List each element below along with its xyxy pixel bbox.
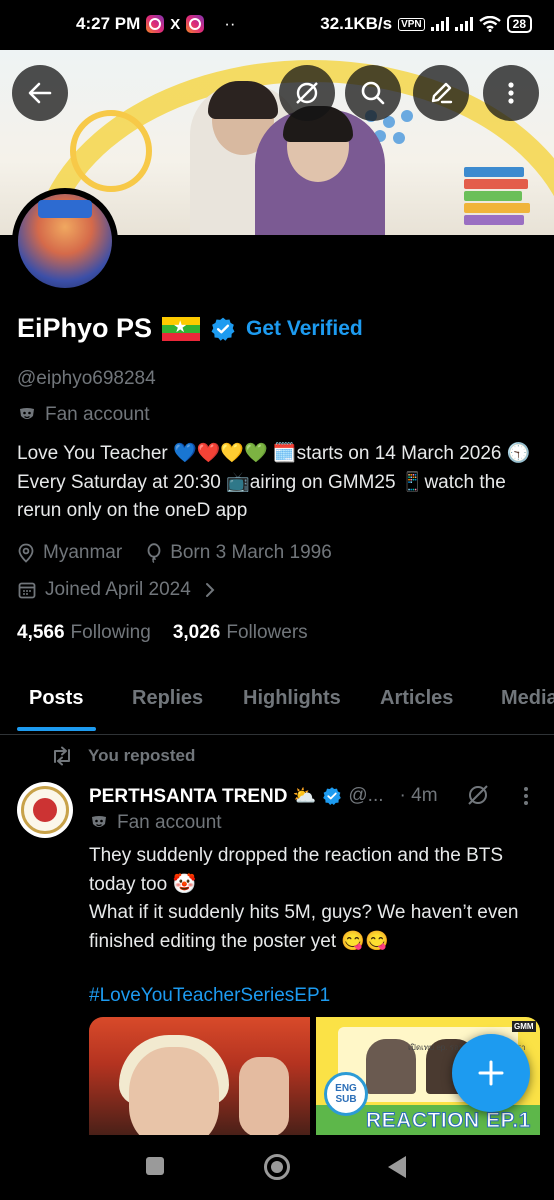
following-count: 4,566: [17, 622, 65, 643]
no-sync-icon-post[interactable]: [466, 783, 490, 807]
birthday-text: Born 3 March 1996: [170, 542, 332, 563]
profile-name: EiPhyo PS: [17, 313, 153, 343]
wifi-icon: [478, 16, 501, 32]
no-sync-icon: [296, 82, 318, 104]
profile-label-text: Fan account: [45, 404, 150, 425]
instagram-icon-2: [186, 15, 205, 33]
plus-icon: [478, 1060, 504, 1086]
x-logo-icon: X: [170, 15, 181, 33]
location-pin-icon: [18, 543, 34, 563]
home-icon[interactable]: [263, 1153, 291, 1181]
post-media-1[interactable]: [89, 1017, 310, 1135]
post-author-name[interactable]: PERTHSANTA TREND ⛅: [89, 784, 316, 808]
more-vertical-icon: [508, 82, 514, 104]
followers-label: Followers: [226, 622, 308, 643]
get-verified-link[interactable]: Get Verified: [246, 317, 363, 341]
balloon-icon: [147, 543, 161, 563]
compose-fab[interactable]: [452, 1034, 530, 1112]
myanmar-flag-icon: ★: [162, 316, 201, 341]
media2-corner-logo: GMM: [512, 1021, 536, 1032]
status-right: 32.1KB/s VPN 28: [320, 14, 532, 34]
more-button[interactable]: [483, 65, 539, 121]
post-label-text: Fan account: [117, 812, 222, 833]
signal-icon-2: [454, 17, 473, 31]
post-label-row: Fan account: [89, 812, 222, 834]
location-text: Myanmar: [43, 542, 123, 563]
post-more-icon[interactable]: [518, 784, 534, 808]
tab-media[interactable]: Media: [501, 687, 554, 710]
back-icon[interactable]: [386, 1154, 408, 1180]
profile-label-row: Fan account: [17, 404, 150, 426]
tab-articles[interactable]: Articles: [380, 687, 453, 710]
verified-badge-icon-post: [323, 787, 342, 805]
fan-account-mask-icon: [20, 408, 34, 419]
joined-row[interactable]: Joined April 2024: [17, 579, 217, 601]
followers-count: 3,026: [172, 622, 221, 643]
more-notifications-dots: ··: [224, 14, 236, 33]
post-hashtag[interactable]: #LoveYouTeacherSeriesEP1: [89, 985, 330, 1007]
tab-replies[interactable]: Replies: [132, 687, 203, 710]
status-time: 4:27 PM: [76, 14, 141, 33]
profile-meta-row: Myanmar Born 3 March 1996: [17, 542, 332, 564]
profile-bio: Love You Teacher 💙❤️💛💚 🗓️starts on 14 Ma…: [17, 443, 531, 521]
following-label: Following: [70, 622, 151, 643]
followers-link[interactable]: 3,026 Followers: [173, 622, 308, 644]
eng-sub-badge: ENG SUB: [324, 1072, 368, 1116]
post-header: PERTHSANTA TREND ⛅ @... · 4m: [89, 784, 438, 808]
profile-tabs: Posts Replies Highlights Articles Media: [0, 672, 554, 735]
profile-handle: @eiphyo698284: [17, 368, 156, 389]
search-button[interactable]: [345, 65, 401, 121]
post-author-avatar[interactable]: [17, 782, 73, 838]
profile-avatar[interactable]: [12, 188, 118, 294]
post-author-handle: @...: [348, 785, 384, 806]
search-icon: [361, 81, 385, 105]
post-time: · 4m: [399, 785, 438, 806]
fan-account-mask-icon-post: [92, 816, 106, 827]
system-nav-bar: [0, 1136, 554, 1200]
chevron-right-icon: [205, 583, 215, 597]
back-button[interactable]: [12, 65, 68, 121]
instagram-icon: [146, 15, 165, 33]
recents-icon[interactable]: [146, 1157, 164, 1175]
edit-icon: [431, 82, 453, 104]
media2-title: REACTION EP.1: [366, 1109, 531, 1133]
active-tab-indicator: [17, 727, 96, 731]
birthday-item: Born 3 March 1996: [146, 542, 332, 564]
verified-badge-icon[interactable]: [210, 316, 236, 342]
location-item: Myanmar: [17, 542, 122, 564]
post-text: They suddenly dropped the reaction and t…: [89, 845, 519, 952]
tab-posts[interactable]: Posts: [29, 687, 83, 710]
vpn-icon: VPN: [398, 17, 425, 31]
following-link[interactable]: 4,566 Following: [17, 622, 151, 644]
arrow-left-icon: [28, 82, 52, 104]
unfollow-sync-button[interactable]: [279, 65, 335, 121]
signal-icon: [430, 17, 449, 31]
profile-name-row: EiPhyo PS ★ Get Verified: [17, 313, 363, 344]
network-speed: 32.1KB/s: [320, 14, 393, 33]
status-left: 4:27 PM X ··: [76, 14, 236, 34]
battery-icon: 28: [506, 15, 532, 33]
tab-highlights[interactable]: Highlights: [243, 687, 341, 710]
calendar-icon: [18, 582, 36, 599]
follow-stats: 4,566 Following 3,026 Followers: [17, 622, 308, 644]
repost-icon: [54, 746, 70, 766]
edit-button[interactable]: [413, 65, 469, 121]
repost-indicator: You reposted: [50, 746, 195, 766]
status-bar: 4:27 PM X ·· 32.1KB/s VPN 28: [0, 0, 554, 50]
joined-text: Joined April 2024: [45, 579, 191, 600]
repost-label: You reposted: [88, 746, 196, 765]
